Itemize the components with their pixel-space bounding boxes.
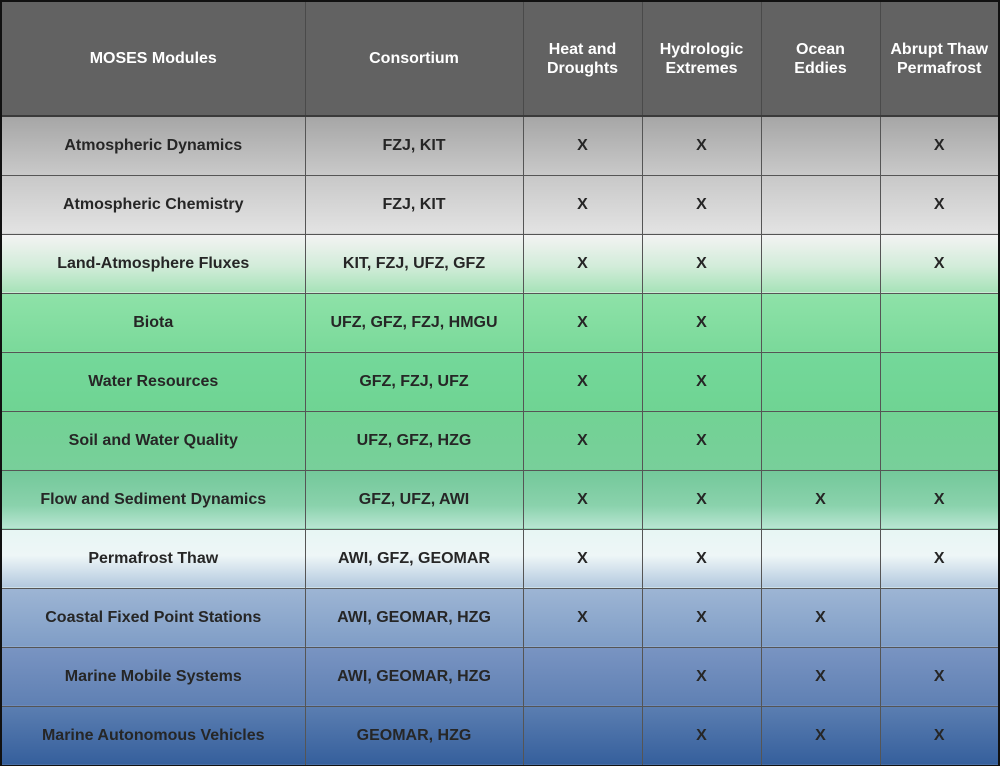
module-name-cell: Coastal Fixed Point Stations [2,588,306,648]
event-mark-cell [761,352,881,412]
event-mark-cell [880,588,998,648]
consortium-cell: UFZ, GFZ, FZJ, HMGU [305,293,524,353]
event-mark-cell: X [523,293,643,353]
module-name-cell: Marine Autonomous Vehicles [2,706,306,765]
event-mark-cell: X [642,706,762,765]
table-row: Atmospheric Dynamics FZJ, KIT X X X [2,116,998,176]
consortium-cell: GFZ, UFZ, AWI [305,470,524,530]
event-mark-cell [523,647,643,707]
table-body: Atmospheric Dynamics FZJ, KIT X X X Atmospher… [2,116,998,765]
event-mark-cell: X [523,352,643,412]
event-mark-cell: X [761,470,881,530]
event-mark-cell: X [523,116,643,176]
header-ocean-eddies: Ocean Eddies [761,2,881,116]
module-name-cell: Water Resources [2,352,306,412]
event-mark-cell [761,175,881,235]
event-mark-cell [880,293,998,353]
header-moses-modules: MOSES Modules [2,2,306,116]
event-mark-cell [761,234,881,294]
event-mark-cell: X [761,647,881,707]
event-mark-cell: X [523,234,643,294]
event-mark-cell: X [523,529,643,589]
header-hydrologic-extremes: Hydrologic Extremes [642,2,762,116]
table-row: Marine Mobile Systems AWI, GEOMAR, HZG X X X [2,647,998,707]
event-mark-cell [523,706,643,765]
event-mark-cell: X [880,234,998,294]
moses-modules-table: MOSES Modules Consortium Heat and Drought… [2,2,998,765]
consortium-cell: GFZ, FZJ, UFZ [305,352,524,412]
table-row: Permafrost Thaw AWI, GFZ, GEOMAR X X X [2,529,998,589]
header-heat-and-droughts: Heat and Droughts [523,2,643,116]
module-name-cell: Marine Mobile Systems [2,647,306,707]
event-mark-cell: X [642,175,762,235]
module-name-cell: Soil and Water Quality [2,411,306,471]
event-mark-cell: X [642,411,762,471]
table-row: Atmospheric Chemistry FZJ, KIT X X X [2,175,998,235]
module-name-cell: Permafrost Thaw [2,529,306,589]
event-mark-cell: X [761,588,881,648]
event-mark-cell: X [880,647,998,707]
event-mark-cell: X [523,411,643,471]
event-mark-cell [761,411,881,471]
event-mark-cell: X [880,529,998,589]
table-row: Flow and Sediment Dynamics GFZ, UFZ, AWI X… [2,470,998,530]
consortium-cell: AWI, GFZ, GEOMAR [305,529,524,589]
table-row: Coastal Fixed Point Stations AWI, GEOMAR,… [2,588,998,648]
event-mark-cell: X [642,293,762,353]
event-mark-cell: X [761,706,881,765]
event-mark-cell: X [642,470,762,530]
table-row: Water Resources GFZ, FZJ, UFZ X X [2,352,998,412]
event-mark-cell: X [642,529,762,589]
consortium-cell: UFZ, GFZ, HZG [305,411,524,471]
module-name-cell: Atmospheric Chemistry [2,175,306,235]
table-row: Marine Autonomous Vehicles GEOMAR, HZG X X X [2,706,998,765]
event-mark-cell: X [642,234,762,294]
event-mark-cell: X [642,352,762,412]
consortium-cell: GEOMAR, HZG [305,706,524,765]
event-mark-cell: X [642,588,762,648]
header-consortium: Consortium [305,2,524,116]
consortium-cell: FZJ, KIT [305,116,524,176]
module-name-cell: Land-Atmosphere Fluxes [2,234,306,294]
event-mark-cell: X [880,706,998,765]
module-name-cell: Atmospheric Dynamics [2,116,306,176]
event-mark-cell: X [523,588,643,648]
event-mark-cell: X [880,470,998,530]
module-name-cell: Flow and Sediment Dynamics [2,470,306,530]
event-mark-cell: X [523,470,643,530]
event-mark-cell: X [880,116,998,176]
consortium-cell: KIT, FZJ, UFZ, GFZ [305,234,524,294]
event-mark-cell [880,411,998,471]
table-row: Land-Atmosphere Fluxes KIT, FZJ, UFZ, GFZ… [2,234,998,294]
table-row: Biota UFZ, GFZ, FZJ, HMGU X X [2,293,998,353]
consortium-cell: AWI, GEOMAR, HZG [305,588,524,648]
event-mark-cell: X [523,175,643,235]
event-mark-cell: X [642,647,762,707]
event-mark-cell [761,529,881,589]
table-row: Soil and Water Quality UFZ, GFZ, HZG X X [2,411,998,471]
consortium-cell: FZJ, KIT [305,175,524,235]
header-abrupt-thaw-permafrost: Abrupt Thaw Permafrost [880,2,998,116]
event-mark-cell: X [642,116,762,176]
consortium-cell: AWI, GEOMAR, HZG [305,647,524,707]
table-header-row: MOSES Modules Consortium Heat and Drought… [2,2,998,116]
event-mark-cell [880,352,998,412]
moses-table-frame: MOSES Modules Consortium Heat and Drought… [0,0,1000,766]
event-mark-cell [761,293,881,353]
event-mark-cell: X [880,175,998,235]
module-name-cell: Biota [2,293,306,353]
event-mark-cell [761,116,881,176]
